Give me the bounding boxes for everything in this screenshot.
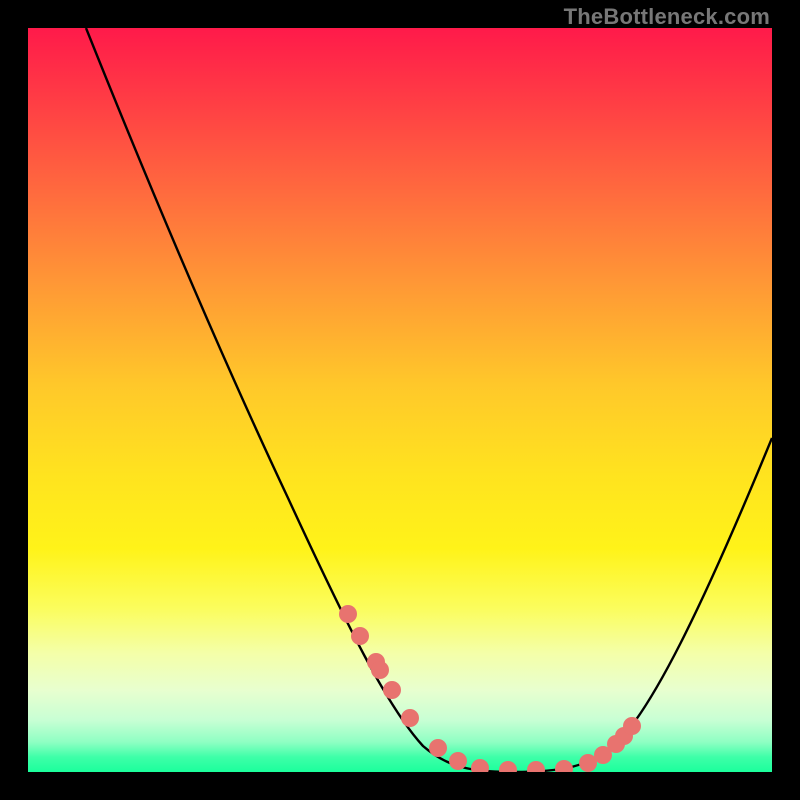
- chart-frame: TheBottleneck.com: [0, 0, 800, 800]
- highlight-dot: [401, 709, 419, 727]
- highlight-dot: [339, 605, 357, 623]
- highlight-dot: [499, 761, 517, 772]
- highlight-dot: [555, 760, 573, 772]
- highlight-dot: [623, 717, 641, 735]
- highlight-dot: [383, 681, 401, 699]
- highlight-dot: [429, 739, 447, 757]
- highlight-dot: [371, 661, 389, 679]
- plot-area: [28, 28, 772, 772]
- watermark-text: TheBottleneck.com: [564, 4, 770, 30]
- highlight-dot: [527, 761, 545, 772]
- highlight-dot: [449, 752, 467, 770]
- highlight-dot: [471, 759, 489, 772]
- curve-svg: [28, 28, 772, 772]
- highlight-dot: [351, 627, 369, 645]
- bottleneck-curve: [86, 28, 772, 772]
